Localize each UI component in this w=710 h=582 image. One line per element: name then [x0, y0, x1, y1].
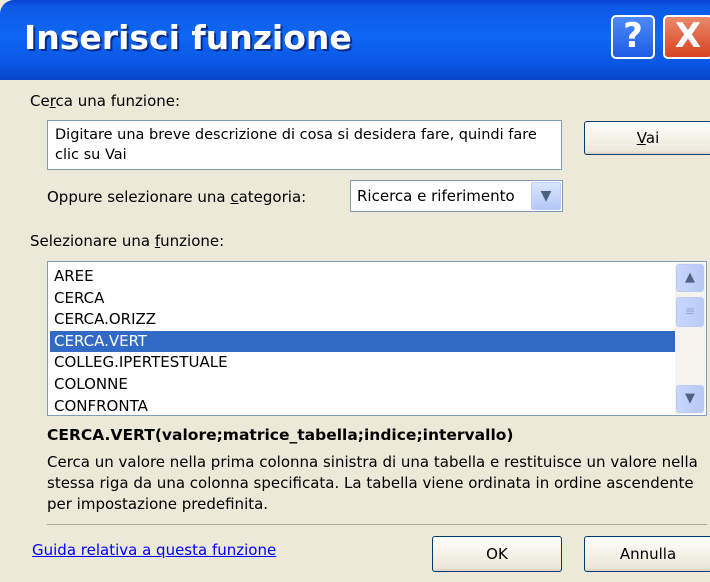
ok-button[interactable]: OK	[432, 536, 562, 572]
list-item[interactable]: CONFRONTA	[50, 396, 675, 415]
function-list-items: AREE CERCA CERCA.ORIZZ CERCA.VERT COLLEG…	[50, 266, 675, 415]
chevron-down-icon[interactable]: ▼	[531, 182, 561, 210]
function-list[interactable]: AREE CERCA CERCA.ORIZZ CERCA.VERT COLLEG…	[47, 261, 707, 416]
insert-function-dialog: Inserisci funzione ? X Cerca una funzion…	[0, 0, 710, 582]
vertical-scrollbar[interactable]: ▲ ≡ ▼	[675, 263, 705, 414]
list-item[interactable]: AREE	[50, 266, 675, 288]
function-description: Cerca un valore nella prima colonna sini…	[47, 453, 698, 513]
functions-label: Selezionare una funzione:	[30, 232, 225, 250]
category-label: Oppure selezionare una categoria:	[47, 188, 307, 206]
dialog-title: Inserisci funzione	[24, 18, 352, 57]
cancel-button[interactable]: Annulla	[584, 536, 710, 572]
scroll-thumb[interactable]: ≡	[676, 297, 704, 327]
category-selected-value: Ricerca e riferimento	[357, 187, 515, 205]
go-button[interactable]: Vai	[584, 121, 710, 155]
list-item[interactable]: CERCA	[50, 288, 675, 310]
list-item[interactable]: CERCA.ORIZZ	[50, 309, 675, 331]
category-select[interactable]: Ricerca e riferimento ▼	[350, 180, 563, 212]
search-label: Cerca una funzione:	[30, 92, 181, 110]
scroll-up-icon[interactable]: ▲	[676, 264, 704, 292]
help-icon[interactable]: ?	[611, 15, 655, 59]
list-item[interactable]: COLONNE	[50, 374, 675, 396]
scroll-down-icon[interactable]: ▼	[676, 385, 704, 413]
help-link[interactable]: Guida relativa a questa funzione	[32, 541, 276, 559]
list-item-selected[interactable]: CERCA.VERT	[50, 330, 675, 353]
function-signature: CERCA.VERT(valore;matrice_tabella;indice…	[47, 426, 514, 444]
close-icon[interactable]: X	[663, 15, 710, 59]
list-item[interactable]: COLLEG.IPERTESTUALE	[50, 352, 675, 374]
title-bar[interactable]: Inserisci funzione ? X	[0, 0, 710, 80]
divider	[47, 524, 707, 525]
search-input[interactable]: Digitare una breve descrizione di cosa s…	[47, 120, 562, 170]
